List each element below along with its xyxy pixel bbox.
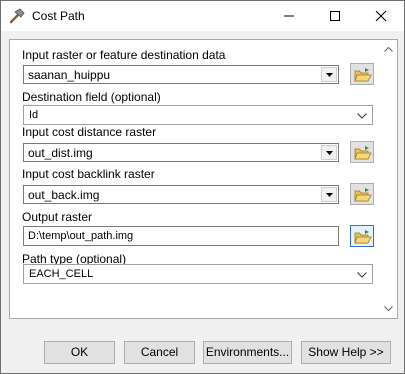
open-folder-icon — [354, 68, 372, 82]
cost-backlink-combo[interactable]: out_back.img — [23, 185, 339, 204]
ok-button[interactable]: OK — [44, 341, 115, 364]
close-button[interactable] — [358, 1, 404, 31]
output-raster-input[interactable]: D:\temp\out_path.img — [23, 226, 339, 246]
cost-distance-dropdown-button[interactable] — [321, 145, 337, 160]
input-raster-label: Input raster or feature destination data — [22, 48, 226, 62]
hammer-icon — [8, 8, 26, 24]
open-folder-icon — [354, 146, 372, 160]
chevron-down-icon — [357, 272, 367, 278]
output-raster-label: Output raster — [22, 210, 93, 224]
cancel-button[interactable]: Cancel — [124, 341, 195, 364]
chevron-down-icon — [326, 193, 333, 197]
show-help-button[interactable]: Show Help >> — [301, 341, 391, 364]
cost-distance-combo[interactable]: out_dist.img — [23, 143, 339, 162]
cost-backlink-value: out_back.img — [28, 188, 100, 202]
environments-button[interactable]: Environments... — [203, 341, 292, 364]
cost-distance-label: Input cost distance raster — [22, 125, 157, 139]
scroll-up-icon[interactable] — [384, 47, 393, 52]
cost-distance-browse-button[interactable] — [350, 141, 374, 163]
destination-field-select[interactable]: Id — [23, 105, 373, 125]
scroll-down-icon[interactable] — [384, 306, 393, 311]
cost-distance-value: out_dist.img — [28, 146, 93, 160]
open-folder-icon — [354, 230, 372, 244]
minimize-button[interactable] — [266, 1, 312, 31]
path-type-value: EACH_CELL — [29, 268, 94, 280]
open-folder-icon — [354, 188, 372, 202]
parameters-panel: Input raster or feature destination data… — [9, 39, 398, 319]
title-bar[interactable]: Cost Path — [1, 1, 404, 31]
path-type-select[interactable]: EACH_CELL — [23, 264, 373, 284]
destination-field-label: Destination field (optional) — [22, 90, 161, 104]
input-raster-browse-button[interactable] — [350, 63, 374, 85]
chevron-down-icon — [326, 151, 333, 155]
chevron-down-icon — [326, 73, 333, 77]
maximize-icon — [330, 11, 340, 21]
cost-path-dialog: Cost Path Input raster or feature destin… — [0, 0, 405, 374]
cost-backlink-browse-button[interactable] — [350, 183, 374, 205]
output-raster-value: D:\temp\out_path.img — [28, 230, 134, 242]
input-raster-dropdown-button[interactable] — [321, 67, 337, 82]
input-raster-value: saanan_huippu — [28, 68, 111, 82]
destination-field-value: Id — [29, 109, 39, 121]
chevron-down-icon — [357, 113, 367, 119]
close-icon — [375, 10, 387, 22]
vertical-scrollbar[interactable] — [380, 40, 397, 318]
cost-backlink-dropdown-button[interactable] — [321, 187, 337, 202]
output-raster-browse-button[interactable] — [350, 225, 374, 247]
window-title: Cost Path — [32, 9, 85, 23]
cost-backlink-label: Input cost backlink raster — [22, 167, 155, 181]
input-raster-combo[interactable]: saanan_huippu — [23, 65, 339, 84]
maximize-button[interactable] — [312, 1, 358, 31]
minimize-icon — [284, 15, 294, 17]
